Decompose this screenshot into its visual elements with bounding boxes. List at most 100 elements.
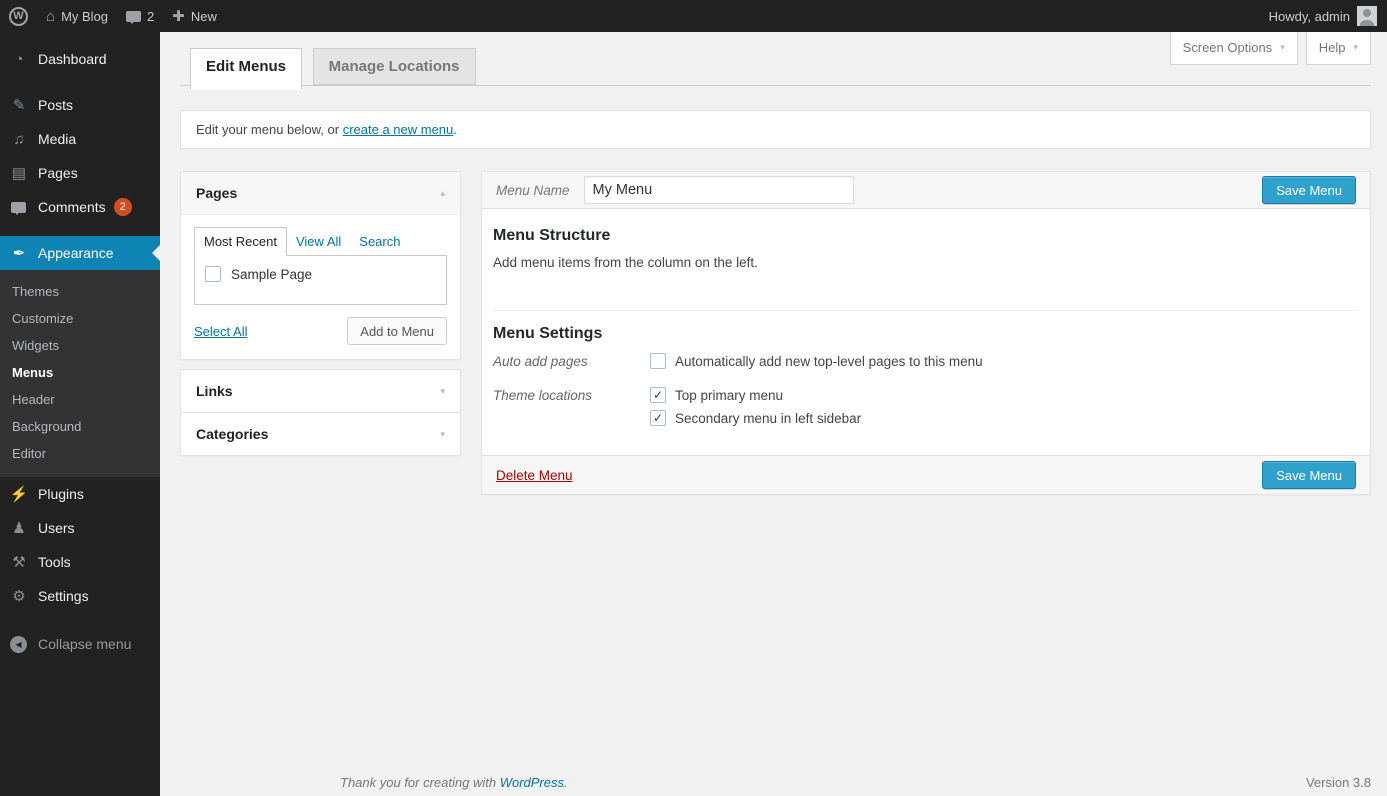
sidebar-subitem-menus[interactable]: Menus xyxy=(0,359,160,386)
sidebar-item-label: Media xyxy=(38,131,76,147)
page-footer: Thank you for creating with WordPress. V… xyxy=(340,775,1371,790)
theme-location-checkbox[interactable] xyxy=(650,387,666,403)
create-new-menu-link[interactable]: create a new menu xyxy=(343,122,454,137)
tab-manage-locations[interactable]: Manage Locations xyxy=(313,48,476,85)
sidebar-subitem-widgets[interactable]: Widgets xyxy=(0,332,160,359)
pages-panel-body: Most RecentView AllSearch Sample Page Se… xyxy=(181,215,460,359)
pages-tab-view-all[interactable]: View All xyxy=(287,228,350,255)
theme-location-label: Top primary menu xyxy=(675,388,783,403)
sidebar-item-tools[interactable]: ⚒ Tools xyxy=(0,545,160,579)
theme-location-checkbox[interactable] xyxy=(650,410,666,426)
version-text: Version 3.8 xyxy=(1306,775,1371,790)
admin-bar-comments-link[interactable]: 2 xyxy=(117,0,163,32)
tab-edit-menus[interactable]: Edit Menus xyxy=(190,48,302,90)
chevron-down-icon: ▾ xyxy=(440,387,445,396)
wordpress-logo-icon: W xyxy=(9,7,28,26)
sidebar-subitem-background[interactable]: Background xyxy=(0,413,160,440)
media-icon: ♫ xyxy=(9,131,29,148)
auto-add-pages-checkbox[interactable] xyxy=(650,353,666,369)
menu-editor-body: Menu Structure Add menu items from the c… xyxy=(482,209,1370,455)
sidebar-item-label: Posts xyxy=(38,97,73,113)
pages-tab-most-recent[interactable]: Most Recent xyxy=(194,227,287,256)
appearance-icon: ✒ xyxy=(9,244,29,262)
sidebar-item-posts[interactable]: ✎Posts xyxy=(0,88,160,122)
theme-locations-label: Theme locations xyxy=(493,387,650,433)
sidebar-item-appearance[interactable]: ✒Appearance xyxy=(0,236,160,270)
help-label: Help xyxy=(1319,40,1346,55)
collapse-menu-label: Collapse menu xyxy=(38,636,131,652)
accordion-categories[interactable]: Categories▾ xyxy=(181,412,460,455)
comments-icon xyxy=(11,202,26,213)
theme-location-option-top-primary-menu[interactable]: Top primary menu xyxy=(650,387,861,403)
accordion-links[interactable]: Links ▾ xyxy=(181,370,460,412)
menu-separator xyxy=(0,224,160,236)
plugins-icon: ⚡ xyxy=(9,485,29,503)
sidebar-item-label: Tools xyxy=(38,554,71,570)
comments-bubble-icon xyxy=(126,11,141,22)
menu-structure-title: Menu Structure xyxy=(493,227,1359,245)
item-type-accordions: Links ▾ Categories▾ xyxy=(180,369,461,456)
pages-panel-header[interactable]: Pages ▴ xyxy=(181,172,460,215)
sidebar-item-pages[interactable]: ▤Pages xyxy=(0,156,160,190)
add-to-menu-button[interactable]: Add to Menu xyxy=(347,317,447,345)
select-all-link[interactable]: Select All xyxy=(194,324,247,339)
admin-bar-right: Howdy, admin xyxy=(1269,0,1387,32)
appearance-submenu: ThemesCustomizeWidgetsMenusHeaderBackgro… xyxy=(0,270,160,477)
sidebar-subitem-header[interactable]: Header xyxy=(0,386,160,413)
site-name-link[interactable]: ⌂ My Blog xyxy=(37,0,117,32)
new-content-link[interactable]: ✚ New xyxy=(163,0,226,32)
settings-icon: ⚙ xyxy=(9,587,29,605)
admin-bar: W ⌂ My Blog 2 ✚ New Howdy, admin xyxy=(0,0,1387,32)
sidebar-subitem-customize[interactable]: Customize xyxy=(0,305,160,332)
menu-name-label: Menu Name xyxy=(496,183,570,198)
sidebar-item-users[interactable]: ♟Users xyxy=(0,511,160,545)
wordpress-logo-button[interactable]: W xyxy=(0,0,37,32)
theme-location-label: Secondary menu in left sidebar xyxy=(675,411,861,426)
sidebar-subitem-editor[interactable]: Editor xyxy=(0,440,160,467)
accordion-title: Categories xyxy=(196,426,268,442)
comments-count-badge: 2 xyxy=(114,198,132,216)
sidebar-item-plugins[interactable]: ⚡ Plugins xyxy=(0,477,160,511)
collapse-up-icon[interactable]: ▴ xyxy=(440,189,445,198)
theme-location-option-secondary-menu-in-left-sidebar[interactable]: Secondary menu in left sidebar xyxy=(650,410,861,426)
menu-name-input[interactable] xyxy=(584,176,854,204)
sidebar-item-dashboard[interactable]: ◔Dashboard xyxy=(0,42,160,76)
accordion-title: Links xyxy=(196,383,233,399)
sidebar-item-comments[interactable]: Comments2 xyxy=(0,190,160,224)
screen-options-button[interactable]: Screen Options ▾ xyxy=(1170,32,1298,65)
account-menu-link[interactable]: Howdy, admin xyxy=(1269,9,1350,24)
pages-panel: Pages ▴ Most RecentView AllSearch Sample… xyxy=(180,171,461,360)
sidebar-item-settings[interactable]: ⚙Settings xyxy=(0,579,160,613)
users-icon: ♟ xyxy=(9,519,29,537)
sidebar-subitem-themes[interactable]: Themes xyxy=(0,278,160,305)
menu-editor-column: Menu Name Save Menu Menu Structure Add m… xyxy=(481,171,1371,495)
page-item-checkbox[interactable] xyxy=(205,266,221,282)
menu-structure-hint: Add menu items from the column on the le… xyxy=(493,255,1359,270)
admin-bar-comments-count: 2 xyxy=(147,9,154,24)
notice-text: Edit your menu below, or xyxy=(196,122,343,137)
admin-bar-left: W ⌂ My Blog 2 ✚ New xyxy=(0,0,226,32)
page-item-label: Sample Page xyxy=(231,267,312,282)
new-label: New xyxy=(191,9,217,24)
help-button[interactable]: Help ▾ xyxy=(1306,32,1371,65)
home-icon: ⌂ xyxy=(46,9,55,24)
chevron-down-icon: ▾ xyxy=(1280,43,1285,52)
tools-icon: ⚒ xyxy=(9,553,29,571)
admin-sidebar: ◔Dashboard ✎Posts ♫ Media ▤PagesComments2 ✒Ap… xyxy=(0,32,160,796)
save-menu-button-top[interactable]: Save Menu xyxy=(1262,176,1356,204)
menu-items-column: Pages ▴ Most RecentView AllSearch Sample… xyxy=(180,171,461,456)
screen-meta-buttons: Screen Options ▾ Help ▾ xyxy=(1170,32,1371,65)
avatar[interactable] xyxy=(1357,6,1377,26)
wordpress-link[interactable]: WordPress xyxy=(500,775,564,790)
delete-menu-link[interactable]: Delete Menu xyxy=(496,468,573,483)
chevron-down-icon: ▾ xyxy=(1353,43,1358,52)
save-menu-button-bottom[interactable]: Save Menu xyxy=(1262,461,1356,489)
page-list-item[interactable]: Sample Page xyxy=(205,266,436,282)
collapse-menu-button[interactable]: ◀ Collapse menu xyxy=(0,627,160,661)
auto-add-pages-option[interactable]: Automatically add new top-level pages to… xyxy=(650,353,983,369)
pages-tab-search[interactable]: Search xyxy=(350,228,409,255)
menu-settings-title: Menu Settings xyxy=(493,325,1359,343)
sidebar-item-label: Plugins xyxy=(38,486,84,502)
edit-menu-notice: Edit your menu below, or create a new me… xyxy=(180,110,1371,149)
sidebar-item-media[interactable]: ♫ Media xyxy=(0,122,160,156)
